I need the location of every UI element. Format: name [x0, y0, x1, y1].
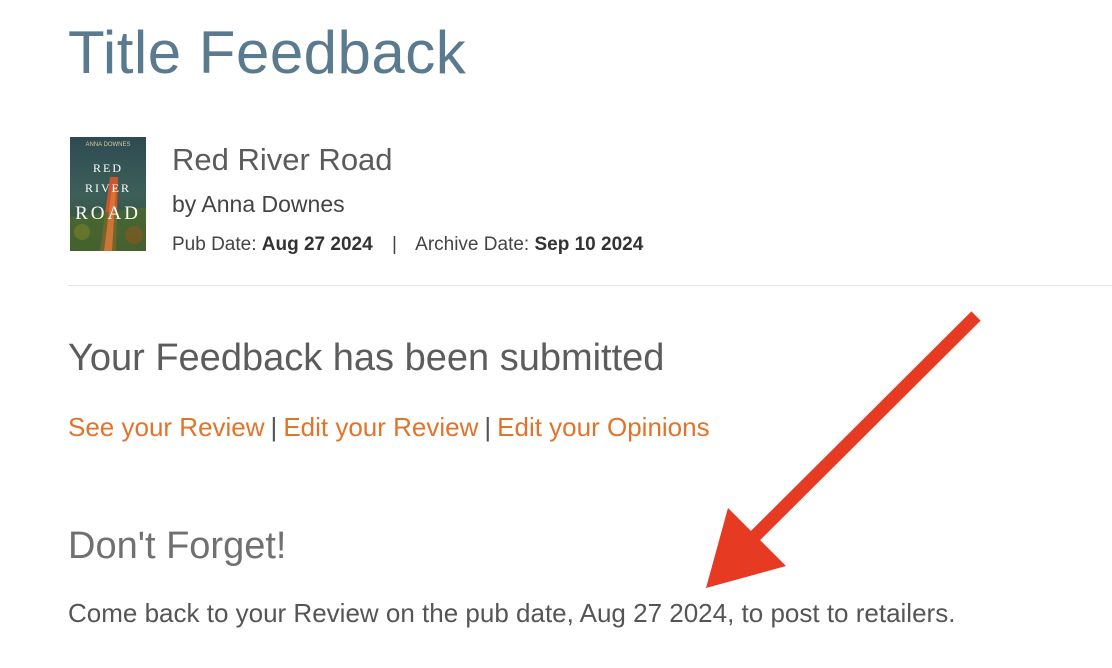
book-title: Red River Road	[172, 142, 393, 177]
link-separator: |	[484, 412, 492, 442]
book-author: by Anna Downes	[172, 191, 345, 217]
section-divider	[68, 285, 1112, 286]
dont-forget-heading: Don't Forget!	[68, 525, 287, 567]
book-dates: Pub Date: Aug 27 2024 | Archive Date: Se…	[172, 232, 643, 258]
feedback-submitted-heading: Your Feedback has been submitted	[68, 337, 665, 379]
link-separator: |	[270, 412, 278, 442]
book-cover-image[interactable]: ANNA DOWNES RED RIVER ROAD	[70, 137, 146, 251]
date-separator: |	[391, 234, 397, 255]
archive-date-label: Archive Date:	[415, 234, 530, 255]
see-review-link[interactable]: See your Review	[68, 412, 265, 442]
edit-review-link[interactable]: Edit your Review	[283, 412, 478, 442]
cover-title-line1: RED	[93, 161, 123, 175]
archive-date-value: Sep 10 2024	[534, 234, 644, 255]
reminder-text: Come back to your Review on the pub date…	[68, 598, 956, 628]
page-title: Title Feedback	[68, 19, 467, 86]
pub-date-label: Pub Date:	[172, 234, 257, 255]
review-links: See your Review | Edit your Review | Edit yo…	[68, 410, 710, 444]
book-summary: ANNA DOWNES RED RIVER ROAD Red River Roa…	[70, 137, 1112, 257]
edit-opinions-link[interactable]: Edit your Opinions	[497, 412, 709, 442]
cover-author-text: ANNA DOWNES	[85, 142, 130, 148]
pub-date-value: Aug 27 2024	[261, 234, 373, 255]
cover-title-line2: RIVER	[85, 181, 131, 195]
cover-title-line3: ROAD	[75, 203, 141, 224]
